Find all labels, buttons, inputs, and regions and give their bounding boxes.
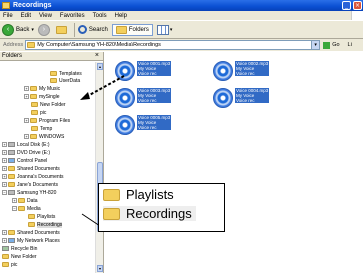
dotted-arrow-line (83, 75, 125, 99)
folder-open-icon (103, 207, 120, 220)
zoom-callout: Playlists Recordings (98, 183, 225, 232)
folder-icon (103, 188, 120, 201)
callout-playlists-label: Playlists (126, 187, 174, 202)
annotation-arrows (80, 75, 125, 227)
callout-recordings-label: Recordings (126, 206, 192, 221)
arrowhead-icon (80, 92, 90, 100)
callout-recordings: Recordings (103, 206, 196, 221)
callout-playlists: Playlists (103, 187, 174, 202)
